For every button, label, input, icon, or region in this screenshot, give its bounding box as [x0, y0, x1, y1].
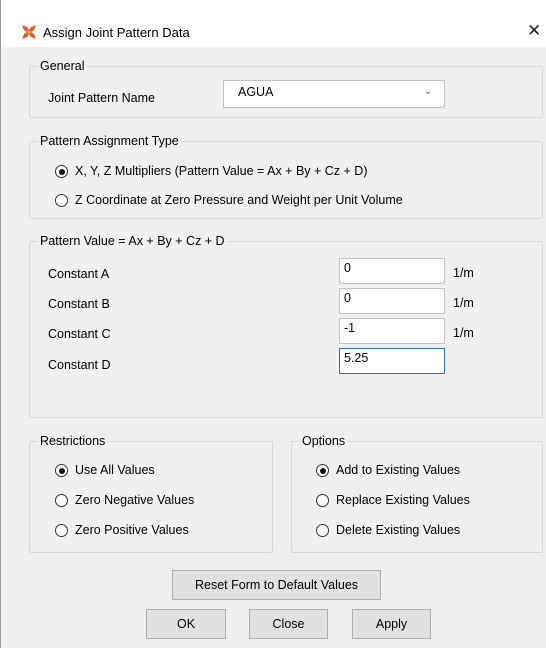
radio-button[interactable]: [316, 494, 329, 507]
close-window-button[interactable]: ✕: [527, 20, 546, 42]
title-bar: Assign Joint Pattern Data ✕: [1, 0, 546, 47]
constant-c-input[interactable]: -1: [339, 318, 445, 344]
constant-a-unit: 1/m: [453, 266, 474, 280]
joint-pattern-name-label: Joint Pattern Name: [48, 91, 155, 105]
radio-label: Z Coordinate at Zero Pressure and Weight…: [75, 193, 403, 207]
radio-label: Zero Negative Values: [75, 493, 195, 507]
constant-d-input[interactable]: 5.25: [339, 348, 445, 374]
radio-zero-negative-values[interactable]: Zero Negative Values: [55, 492, 265, 510]
constant-b-label: Constant B: [48, 297, 110, 311]
options-legend: Options: [300, 433, 348, 449]
pattern-value-legend: Pattern Value = Ax + By + Cz + D: [38, 233, 227, 249]
close-button[interactable]: Close: [249, 609, 328, 639]
radio-zero-positive-values[interactable]: Zero Positive Values: [55, 522, 265, 540]
radio-button-checked[interactable]: [55, 464, 68, 477]
radio-z-coordinate[interactable]: Z Coordinate at Zero Pressure and Weight…: [55, 192, 515, 210]
radio-label: Use All Values: [75, 463, 155, 477]
joint-pattern-name-dropdown[interactable]: AGUA ⌄: [223, 80, 445, 108]
radio-button-checked[interactable]: [55, 165, 68, 178]
ok-button[interactable]: OK: [146, 609, 226, 639]
window-title: Assign Joint Pattern Data: [43, 25, 190, 40]
radio-add-to-existing[interactable]: Add to Existing Values: [316, 462, 536, 480]
radio-delete-existing[interactable]: Delete Existing Values: [316, 522, 536, 540]
radio-button[interactable]: [55, 524, 68, 537]
radio-label: Zero Positive Values: [75, 523, 189, 537]
app-logo-icon: [21, 24, 37, 40]
constant-a-label: Constant A: [48, 267, 110, 281]
general-legend: General: [38, 58, 87, 74]
constant-d-label: Constant D: [48, 358, 111, 372]
constant-b-input[interactable]: 0: [339, 288, 445, 314]
radio-button[interactable]: [316, 524, 329, 537]
constant-c-label: Constant C: [48, 327, 111, 341]
radio-xyz-multipliers[interactable]: X, Y, Z Multipliers (Pattern Value = Ax …: [55, 163, 515, 181]
dialog-window: Assign Joint Pattern Data ✕ General Join…: [0, 0, 546, 648]
constant-c-unit: 1/m: [453, 326, 474, 340]
radio-button[interactable]: [55, 494, 68, 507]
radio-button[interactable]: [55, 194, 68, 207]
restrictions-legend: Restrictions: [38, 433, 108, 449]
radio-label: Delete Existing Values: [336, 523, 461, 537]
reset-form-button[interactable]: Reset Form to Default Values: [172, 570, 381, 600]
radio-use-all-values[interactable]: Use All Values: [55, 462, 265, 480]
radio-button-checked[interactable]: [316, 464, 329, 477]
constant-a-input[interactable]: 0: [339, 258, 445, 284]
radio-label: Add to Existing Values: [336, 463, 461, 477]
chevron-down-icon: ⌄: [423, 86, 432, 97]
assignment-type-legend: Pattern Assignment Type: [38, 133, 181, 149]
constant-b-unit: 1/m: [453, 296, 474, 310]
radio-replace-existing[interactable]: Replace Existing Values: [316, 492, 536, 510]
radio-label: Replace Existing Values: [336, 493, 470, 507]
radio-label: X, Y, Z Multipliers (Pattern Value = Ax …: [75, 164, 368, 178]
joint-pattern-name-value: AGUA: [238, 85, 274, 99]
apply-button[interactable]: Apply: [352, 609, 431, 639]
